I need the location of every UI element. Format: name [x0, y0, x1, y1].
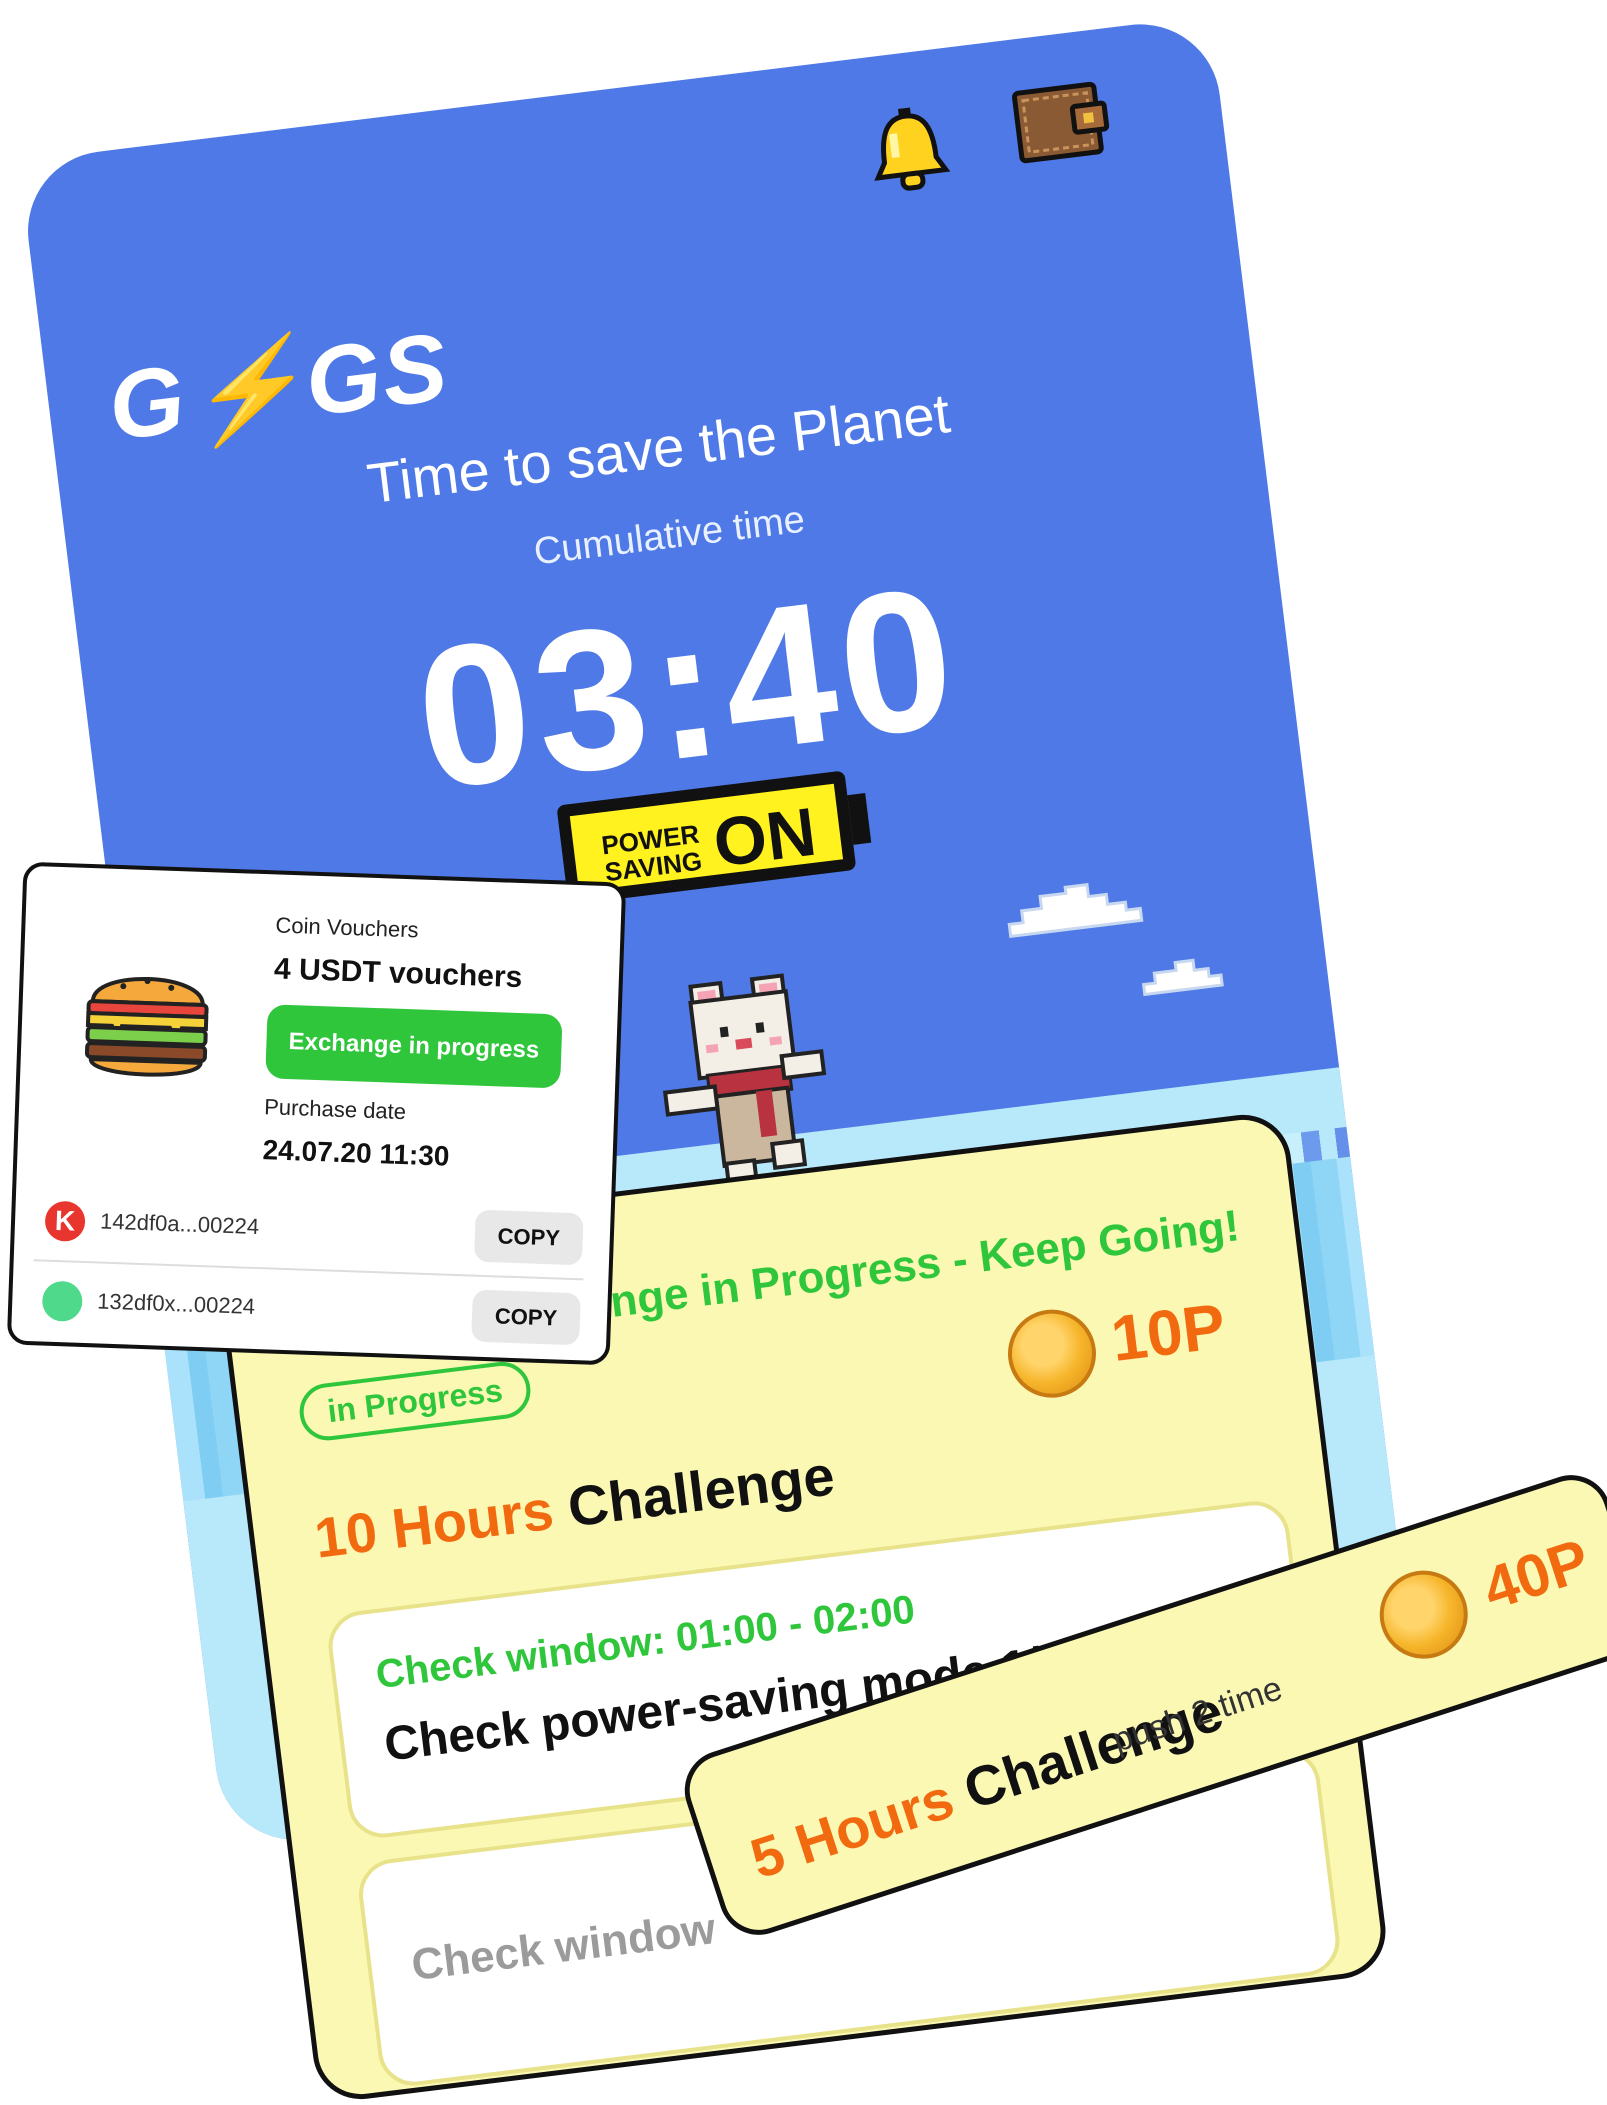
challenge-hours: 10 Hours [311, 1477, 557, 1570]
wallet-icon[interactable] [1009, 76, 1116, 167]
challenge-word: Challenge [564, 1443, 838, 1539]
wallet-row: 132df0x...00224 COPY [31, 1266, 583, 1355]
wallet-address: 132df0x...00224 [96, 1288, 256, 1319]
purchase-date-label: Purchase date [263, 1094, 407, 1125]
five-hours-points: 40P [1475, 1526, 1598, 1623]
task-window: Check window [408, 1904, 719, 1991]
cloud-icon [995, 870, 1152, 953]
status-badge: in Progress [296, 1358, 534, 1444]
cloud-icon [1135, 950, 1230, 1006]
copy-button[interactable]: COPY [473, 1209, 584, 1266]
coin-icon [1002, 1304, 1102, 1403]
app-logo: G⚡GS [103, 313, 455, 461]
wallet-address: 142df0a...00224 [99, 1208, 260, 1240]
power-saving-label: POWER SAVING [599, 818, 704, 888]
power-saving-state: ON [709, 793, 821, 882]
voucher-title: 4 USDT vouchers [273, 952, 523, 995]
polar-bear-mascot [644, 964, 848, 1194]
exchange-status-button[interactable]: Exchange in progress [265, 1004, 563, 1089]
coin-icon [1368, 1559, 1480, 1671]
token-icon [41, 1280, 83, 1322]
voucher-card: Coin Vouchers 4 USDT vouchers Exchange i… [6, 861, 627, 1366]
battery-fill: POWER SAVING ON [569, 783, 844, 892]
purchase-date: 24.07.20 11:30 [262, 1134, 450, 1172]
challenge-points: 10P [1107, 1289, 1230, 1375]
copy-button[interactable]: COPY [471, 1289, 581, 1346]
klaytn-icon: K [44, 1200, 86, 1242]
bell-icon[interactable] [864, 103, 954, 200]
burger-icon [80, 953, 214, 1087]
challenge-title: 10 Hours Challenge [311, 1442, 838, 1570]
voucher-label: Coin Vouchers [275, 912, 419, 943]
five-hours-hours: 5 Hours [743, 1766, 961, 1891]
